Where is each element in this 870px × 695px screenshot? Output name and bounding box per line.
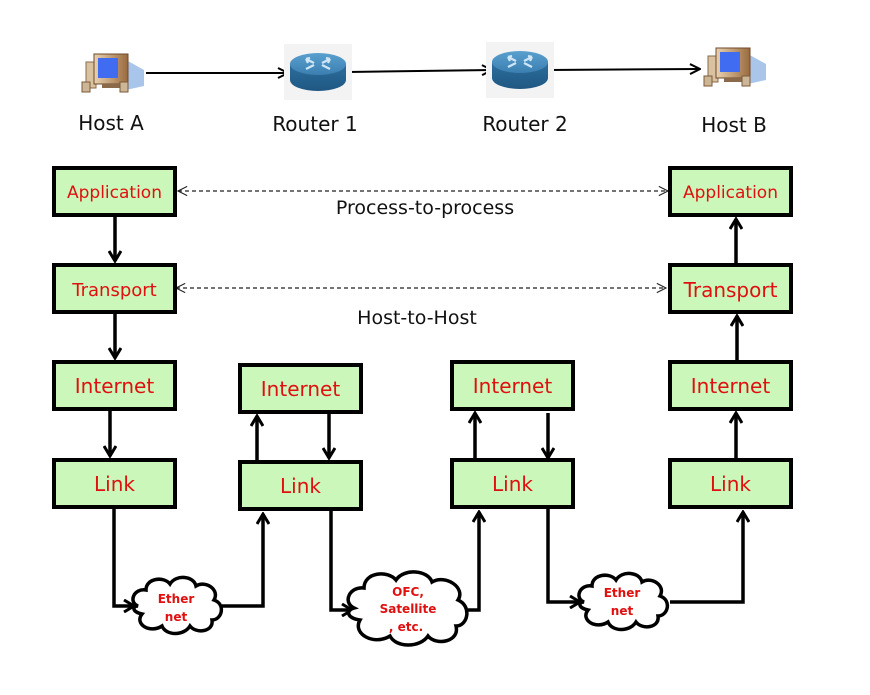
host-b-internet-label: Internet xyxy=(691,374,771,398)
router-1-icon[interactable] xyxy=(284,44,352,100)
router-1-internet-label: Internet xyxy=(261,377,341,401)
path-ethernet-1-to-router1 xyxy=(222,514,263,608)
host-a-transport-label: Transport xyxy=(71,280,156,301)
ethernet-2-label-line2: net xyxy=(611,604,634,618)
topology-link-router1-router2 xyxy=(347,70,492,72)
host-a-link-label: Link xyxy=(94,472,135,496)
router-2-internet-label: Internet xyxy=(473,374,553,398)
process-to-process-label: Process-to-process xyxy=(336,197,514,219)
router-2-label: Router 2 xyxy=(482,112,567,136)
path-hosta-to-ethernet-1 xyxy=(112,507,134,606)
ofc-satellite-cloud[interactable]: OFC, Satellite , etc. xyxy=(346,570,469,647)
host-b-label: Host B xyxy=(701,113,767,137)
ethernet-1-label-line2: net xyxy=(165,610,188,624)
ofc-label-line1: OFC, xyxy=(392,585,424,599)
topology-row: Host A Router 1 Router 2 Host B xyxy=(78,42,767,137)
topology-link-router2-hostb xyxy=(547,69,700,70)
ofc-label-line3: , etc. xyxy=(389,620,423,634)
host-to-host-label: Host-to-Host xyxy=(357,307,477,329)
host-b-computer-icon[interactable] xyxy=(703,47,766,87)
host-b-application-label: Application xyxy=(683,183,778,203)
path-ofc-to-router2 xyxy=(468,512,479,612)
ethernet-cloud-2[interactable]: Ether net xyxy=(577,571,670,632)
path-router2-to-ethernet-2 xyxy=(546,507,580,602)
ofc-label-line2: Satellite xyxy=(380,602,437,616)
router-1-link-label: Link xyxy=(280,474,321,498)
router-2-stack: Internet Link xyxy=(450,360,575,509)
host-b-transport-label: Transport xyxy=(683,278,778,302)
router-1-label: Router 1 xyxy=(272,112,357,136)
host-a-internet-label: Internet xyxy=(75,374,155,398)
path-ethernet-2-to-hostb xyxy=(670,512,743,604)
ethernet-cloud-1[interactable]: Ether net xyxy=(131,575,224,636)
host-a-application-label: Application xyxy=(67,183,162,203)
host-a-stack: Application Transport Internet Link xyxy=(52,166,177,509)
tcp-ip-diagram: Host A Router 1 Router 2 Host B Process-… xyxy=(52,42,793,647)
peer-communication: Process-to-process Host-to-Host xyxy=(176,191,668,329)
host-b-stack: Application Transport Internet Link xyxy=(668,166,793,509)
host-a-label: Host A xyxy=(78,111,144,135)
router-2-link-label: Link xyxy=(492,472,533,496)
host-b-link-label: Link xyxy=(710,472,751,496)
router-2-icon[interactable] xyxy=(486,42,554,98)
router-1-stack: Internet Link xyxy=(238,363,363,511)
ethernet-2-label-line1: Ether xyxy=(604,586,641,600)
host-a-computer-icon[interactable] xyxy=(81,53,144,93)
ethernet-1-label-line1: Ether xyxy=(158,592,195,606)
cloud-icon xyxy=(577,571,670,632)
